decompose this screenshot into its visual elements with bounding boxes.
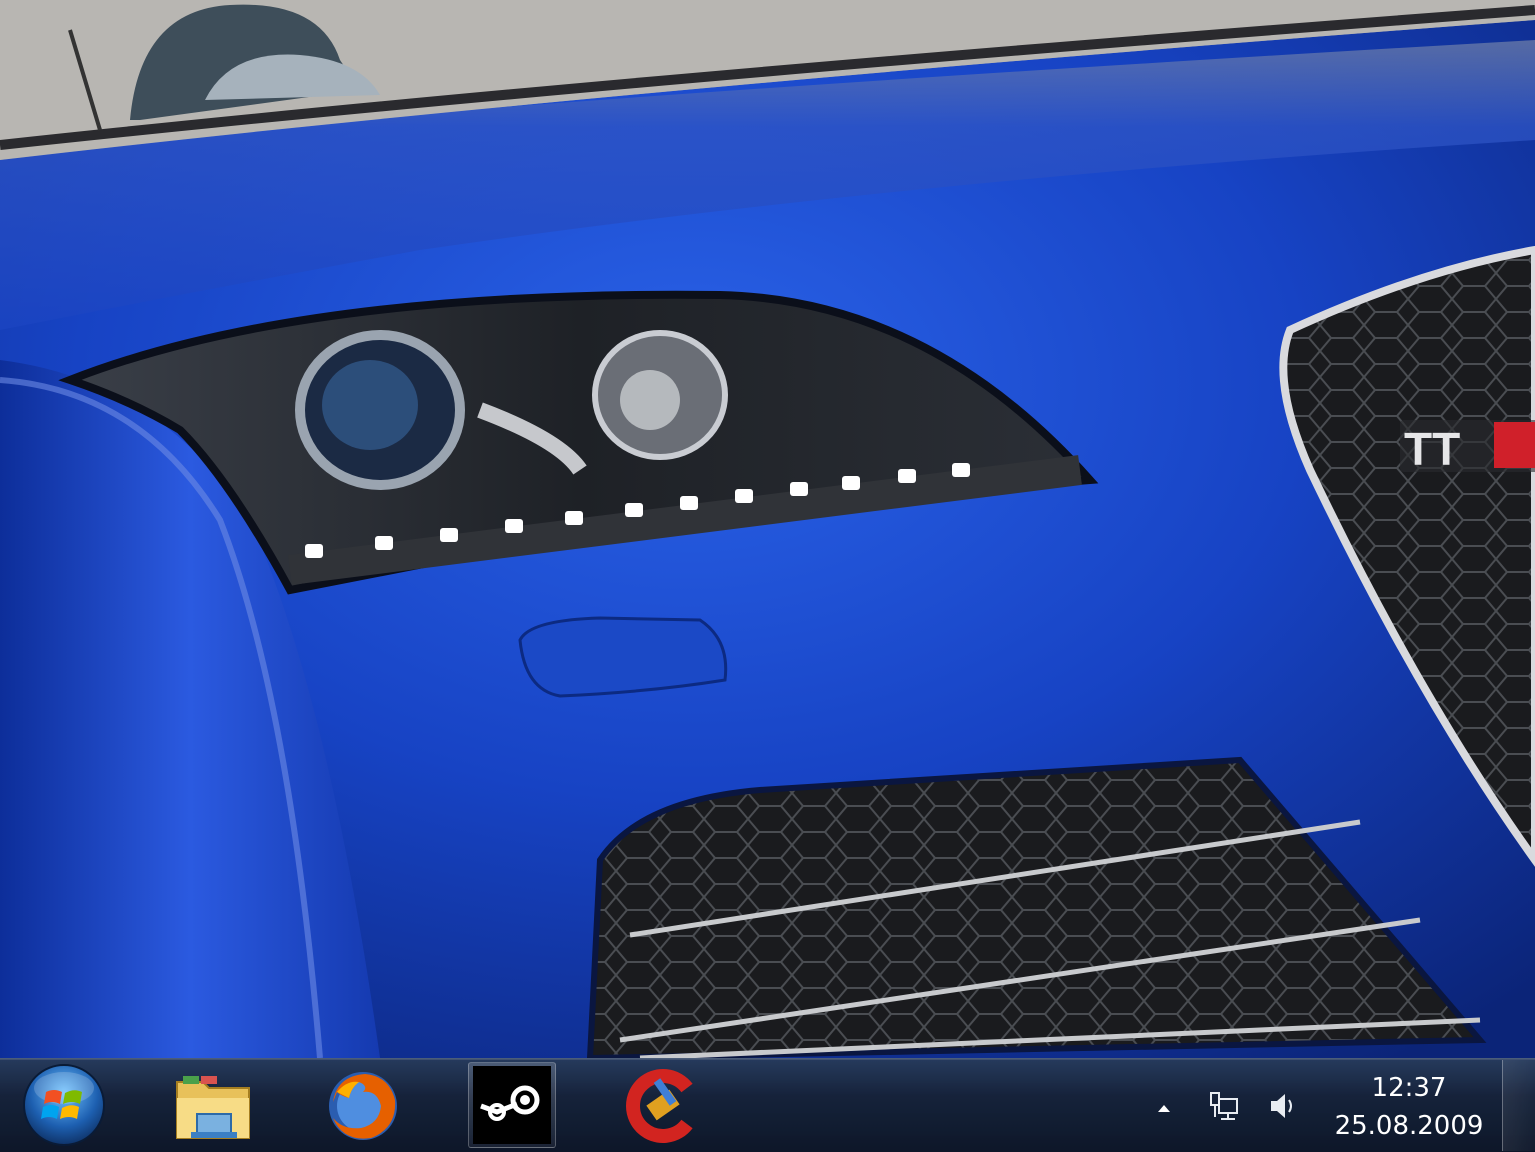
firefox-icon bbox=[329, 1072, 397, 1140]
network-icon bbox=[1210, 1092, 1238, 1120]
system-clock[interactable]: 12:37 25.08.2009 bbox=[1330, 1066, 1488, 1148]
start-button[interactable] bbox=[18, 1062, 110, 1148]
show-desktop-button[interactable] bbox=[1502, 1060, 1535, 1151]
taskbar-steam-button[interactable] bbox=[468, 1062, 556, 1148]
desktop-wallpaper: TT bbox=[0, 0, 1535, 1058]
ccleaner-icon bbox=[626, 1069, 693, 1143]
taskbar-ccleaner-button[interactable] bbox=[618, 1064, 704, 1148]
taskbar-explorer-button[interactable] bbox=[170, 1064, 256, 1148]
chevron-up-icon bbox=[1158, 1105, 1170, 1112]
windows-orb-icon bbox=[23, 1064, 105, 1146]
clock-date: 25.08.2009 bbox=[1334, 1111, 1484, 1141]
taskbar-firefox-button[interactable] bbox=[320, 1064, 406, 1148]
network-tray-button[interactable] bbox=[1204, 1086, 1244, 1126]
folder-icon bbox=[176, 1076, 250, 1139]
show-hidden-icons-button[interactable] bbox=[1152, 1096, 1176, 1120]
speaker-icon bbox=[1271, 1094, 1292, 1118]
steam-icon bbox=[473, 1066, 551, 1144]
ttrs-badge: TT bbox=[1404, 423, 1460, 475]
car-wallpaper-image: TT bbox=[0, 0, 1535, 1058]
clock-time: 12:37 bbox=[1371, 1073, 1447, 1103]
volume-tray-button[interactable] bbox=[1262, 1086, 1302, 1126]
